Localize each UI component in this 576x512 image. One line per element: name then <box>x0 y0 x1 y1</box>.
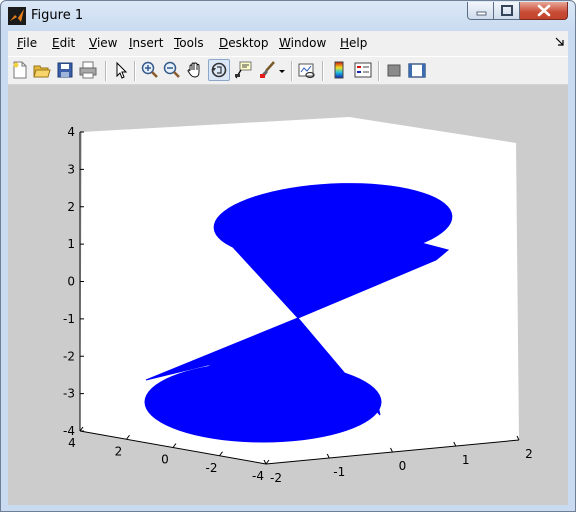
insert-colorbar-button[interactable] <box>330 61 348 79</box>
z-tick-label: 0 <box>67 275 75 289</box>
pan-button[interactable] <box>186 61 204 79</box>
insert-legend-icon <box>354 62 372 78</box>
x-tick-label: 0 <box>399 459 407 473</box>
data-cursor-button[interactable] <box>234 61 252 79</box>
toolbar-separator <box>134 61 136 81</box>
window-title: Figure 1 <box>31 8 84 23</box>
rotate-3d-icon <box>211 62 227 78</box>
menu-help[interactable]: Help <box>340 36 367 50</box>
insert-colorbar-icon <box>334 61 344 79</box>
maximize-button[interactable] <box>494 2 520 20</box>
minimize-icon <box>476 11 487 16</box>
zoom-out-button[interactable] <box>163 61 181 79</box>
z-tick-label: 4 <box>67 125 75 139</box>
open-file-icon <box>33 65 51 78</box>
show-plot-tools-button[interactable] <box>408 61 426 79</box>
hide-plot-tools-icon <box>387 64 401 77</box>
z-tick-label: -3 <box>63 387 75 401</box>
edit-plot-button[interactable] <box>112 61 130 79</box>
close-button[interactable] <box>520 2 568 20</box>
figure-toolbar <box>8 56 568 85</box>
plot-axes[interactable]: -4-3-2-101234 -4-2024 -2 -1 0 1 2 <box>8 85 568 505</box>
show-plot-tools-icon <box>408 63 426 78</box>
toolbar-separator <box>378 61 380 81</box>
rotate-3d-button[interactable] <box>208 59 230 81</box>
z-tick-label: -1 <box>63 312 75 326</box>
figure-canvas[interactable]: -4 -3 -2 -1 0 1 2 3 4 -4 -2 0 2 4 -2 -1 0 1 2 <box>8 85 568 505</box>
brush-dropdown-button[interactable] <box>278 61 286 79</box>
menu-view[interactable]: View <box>89 36 117 50</box>
menu-desktop[interactable]: Desktop <box>219 36 269 50</box>
toolbar-separator <box>291 61 293 81</box>
y-tick-label: -4 <box>252 469 264 483</box>
save-icon <box>57 62 73 78</box>
edit-plot-icon <box>116 61 128 79</box>
y-tick-label: 0 <box>161 453 169 467</box>
brush-button[interactable] <box>258 61 276 79</box>
z-tick-label: 3 <box>67 162 75 176</box>
link-plot-icon <box>298 63 315 79</box>
menu-bar: File Edit View Insert Tools Desktop Wind… <box>8 31 568 55</box>
maximize-icon <box>501 5 513 16</box>
menu-window[interactable]: Window <box>279 36 326 50</box>
figure-client-area: File Edit View Insert Tools Desktop Wind… <box>8 31 568 505</box>
menu-tools[interactable]: Tools <box>174 36 204 50</box>
x-tick-label: -1 <box>333 465 345 479</box>
menu-edit[interactable]: Edit <box>52 36 75 50</box>
new-figure-button[interactable] <box>11 61 29 79</box>
z-tick-label: 2 <box>67 200 75 214</box>
x-tick-label: 2 <box>525 447 533 461</box>
x-tick-label: -2 <box>270 471 282 485</box>
toolbar-separator <box>105 61 107 81</box>
menu-insert[interactable]: Insert <box>129 36 163 50</box>
menu-file[interactable]: File <box>17 36 37 50</box>
insert-legend-button[interactable] <box>354 61 372 79</box>
hide-plot-tools-button[interactable] <box>385 61 403 79</box>
z-tick-label: -2 <box>63 349 75 363</box>
x-tick-label: 1 <box>462 453 470 467</box>
figure-window: Figure 1 File Edit View Insert Tools Des… <box>0 0 576 512</box>
print-icon <box>79 61 97 79</box>
pan-icon <box>187 62 200 78</box>
title-bar[interactable]: Figure 1 <box>1 1 575 31</box>
zoom-in-icon <box>141 61 158 78</box>
data-cursor-icon <box>235 61 252 79</box>
matlab-icon <box>8 7 26 25</box>
close-icon <box>537 4 551 17</box>
zoom-out-icon <box>163 61 180 78</box>
y-tick-label: -2 <box>206 461 218 475</box>
zoom-in-button[interactable] <box>141 61 159 79</box>
toolbar-separator <box>322 61 324 81</box>
minimize-button[interactable] <box>467 2 494 20</box>
print-button[interactable] <box>79 61 97 79</box>
save-button[interactable] <box>56 61 74 79</box>
brush-dropdown-icon <box>279 70 285 73</box>
brush-icon <box>260 61 275 78</box>
open-file-button[interactable] <box>33 61 51 79</box>
y-tick-label: 2 <box>115 444 123 458</box>
y-tick-label: 4 <box>68 436 76 450</box>
new-figure-icon <box>13 61 27 79</box>
z-tick-label: 1 <box>67 237 75 251</box>
link-plot-button[interactable] <box>298 61 316 79</box>
dock-arrow-icon[interactable] <box>555 37 565 47</box>
